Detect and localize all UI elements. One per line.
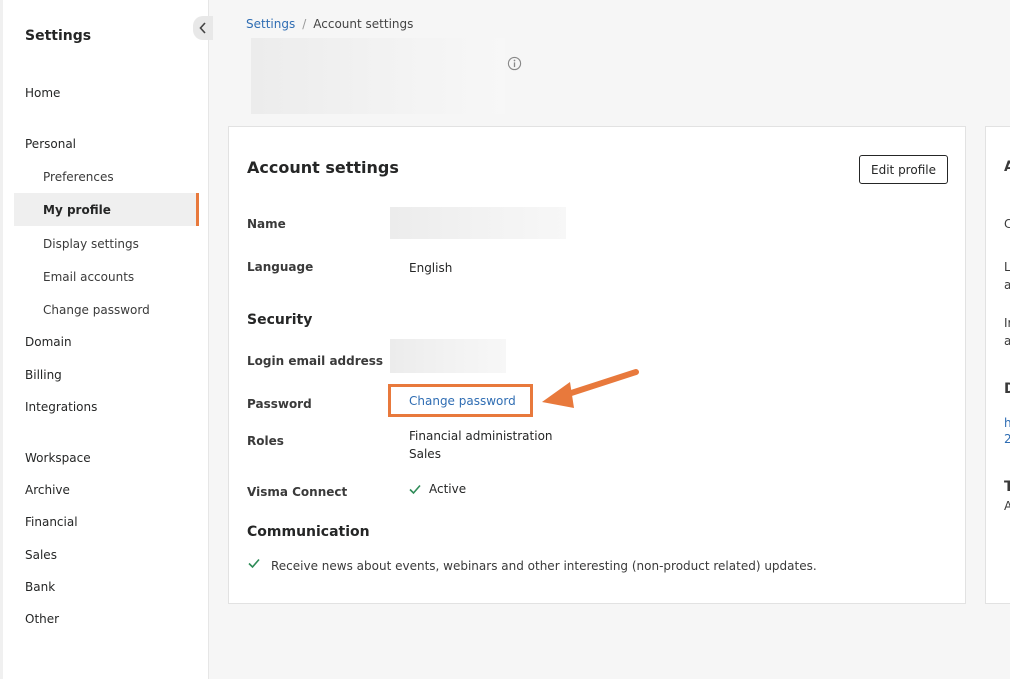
sidebar-item-display-settings[interactable]: Display settings xyxy=(43,237,139,251)
redacted-name-value xyxy=(390,207,566,239)
sidebar-item-archive[interactable]: Archive xyxy=(25,483,70,497)
sidebar-item-integrations[interactable]: Integrations xyxy=(25,400,97,414)
change-password-link[interactable]: Change password xyxy=(409,394,516,408)
sidebar-item-preferences[interactable]: Preferences xyxy=(43,170,114,184)
breadcrumb-separator: / xyxy=(302,17,307,31)
sidebar-item-change-password[interactable]: Change password xyxy=(43,303,150,317)
secondary-card-fragment: Ir xyxy=(1004,316,1010,330)
check-icon xyxy=(409,484,421,495)
collapse-sidebar-button[interactable] xyxy=(193,16,213,40)
info-icon[interactable] xyxy=(507,56,522,71)
sidebar-item-bank[interactable]: Bank xyxy=(25,580,55,594)
sidebar-item-workspace[interactable]: Workspace xyxy=(25,451,91,465)
password-label: Password xyxy=(247,397,312,411)
check-icon[interactable] xyxy=(248,557,260,569)
roles-label: Roles xyxy=(247,434,284,448)
login-email-label: Login email address xyxy=(247,354,384,368)
secondary-card-fragment: D xyxy=(1004,381,1010,397)
communication-section-title: Communication xyxy=(247,524,370,540)
settings-sidebar: Settings Home Personal Preferences My pr… xyxy=(0,0,209,679)
secondary-card-fragment: A xyxy=(1004,159,1010,175)
sidebar-item-personal[interactable]: Personal xyxy=(25,137,76,151)
communication-opt-in-text: Receive news about events, webinars and … xyxy=(271,559,817,573)
secondary-card: A C L a Ir a D h 2 T A xyxy=(985,126,1010,604)
language-value: English xyxy=(409,261,453,275)
name-label: Name xyxy=(247,217,286,231)
sidebar-edge xyxy=(0,0,3,679)
security-section-title: Security xyxy=(247,312,313,328)
role-item: Financial administration xyxy=(409,429,553,443)
chevron-left-icon xyxy=(199,22,206,34)
redacted-profile-header xyxy=(251,38,505,114)
secondary-card-link[interactable]: 2 xyxy=(1004,432,1010,446)
sidebar-item-home[interactable]: Home xyxy=(25,86,60,100)
arrow-icon xyxy=(542,369,639,408)
visma-connect-status: Active xyxy=(429,482,467,496)
redacted-login-email xyxy=(390,339,506,373)
edit-profile-button[interactable]: Edit profile xyxy=(859,155,948,184)
breadcrumb: Settings / Account settings xyxy=(246,17,413,31)
language-label: Language xyxy=(247,260,314,274)
secondary-card-fragment: T xyxy=(1004,479,1010,495)
sidebar-item-billing[interactable]: Billing xyxy=(25,368,62,382)
card-title: Account settings xyxy=(247,158,399,177)
visma-connect-label: Visma Connect xyxy=(247,485,348,499)
secondary-card-fragment: C xyxy=(1004,217,1010,231)
secondary-card-link[interactable]: h xyxy=(1004,416,1010,430)
secondary-card-fragment: A xyxy=(1004,499,1010,513)
sidebar-item-domain[interactable]: Domain xyxy=(25,335,72,349)
role-item: Sales xyxy=(409,447,441,461)
sidebar-item-financial[interactable]: Financial xyxy=(25,515,78,529)
breadcrumb-settings-link[interactable]: Settings xyxy=(246,17,295,31)
secondary-card-fragment: a xyxy=(1004,278,1010,292)
breadcrumb-current: Account settings xyxy=(313,17,414,31)
sidebar-title: Settings xyxy=(25,28,92,44)
sidebar-item-other[interactable]: Other xyxy=(25,612,59,626)
sidebar-item-my-profile[interactable]: My profile xyxy=(43,203,111,217)
sidebar-item-sales[interactable]: Sales xyxy=(25,548,57,562)
account-settings-card: Account settings Edit profile Name Langu… xyxy=(228,126,966,604)
sidebar-item-email-accounts[interactable]: Email accounts xyxy=(43,270,134,284)
secondary-card-fragment: L xyxy=(1004,260,1010,274)
secondary-card-fragment: a xyxy=(1004,334,1010,348)
